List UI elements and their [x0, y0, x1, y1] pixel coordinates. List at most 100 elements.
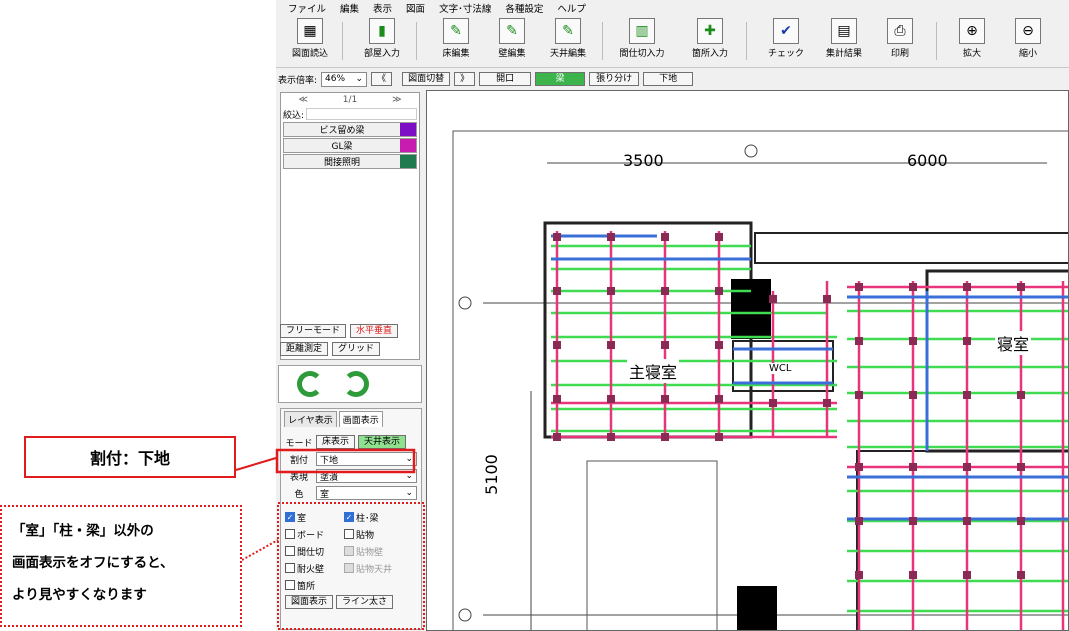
- view-base-button[interactable]: 下地: [643, 72, 694, 86]
- check-button[interactable]: ✔ チェック: [756, 18, 816, 59]
- menu-bar: ファイル 編集 表示 図面 文字･寸法線 各種設定 ヘルプ: [276, 0, 1069, 16]
- check-taika[interactable]: 耐火壁: [285, 562, 341, 575]
- print-button[interactable]: ⎙ 印刷: [870, 18, 930, 59]
- checkbox[interactable]: [285, 546, 295, 556]
- list-item-name: GL梁: [331, 142, 353, 152]
- menu-help[interactable]: ヘルプ: [557, 1, 586, 15]
- checkbox[interactable]: [285, 563, 295, 573]
- color-swatch: [400, 155, 416, 168]
- mode-label: モード: [285, 438, 313, 449]
- iro-value: 室: [320, 489, 330, 500]
- waritsuke-label: 割付: [289, 455, 308, 466]
- dimension-label: 3500: [623, 151, 664, 170]
- color-swatch: [400, 139, 416, 152]
- iro-select[interactable]: 室 ⌄: [316, 486, 417, 500]
- tally-results-button[interactable]: ▤ 集計結果: [814, 18, 874, 59]
- rotate-right-icon[interactable]: [343, 371, 369, 397]
- zoom-select[interactable]: 46% ⌄: [321, 71, 368, 87]
- callout-note-line: より見やすくなります: [12, 587, 147, 603]
- check-haributsu[interactable]: 貼物: [344, 528, 374, 541]
- measure-distance-button[interactable]: 距離測定: [280, 342, 329, 356]
- display-tabs: レイヤ表示 画面表示 モード 床表示 天井表示 割付 下地 ⌄ 表現 塗潰 ⌄ 色 …: [280, 408, 422, 630]
- view-opening-button[interactable]: 開口: [479, 72, 532, 86]
- view-beam-button[interactable]: 梁: [535, 72, 586, 86]
- list-next-button[interactable]: ≫: [392, 95, 401, 105]
- wall-edit-button[interactable]: ✎ 壁編集: [482, 18, 542, 59]
- menu-file[interactable]: ファイル: [288, 1, 326, 15]
- app-window: ファイル 編集 表示 図面 文字･寸法線 各種設定 ヘルプ ▦ 図面読込 ▮ 部屋入…: [276, 0, 1069, 631]
- drawing-canvas[interactable]: 3500 6000 5100 主寝室 寝室 WCL: [426, 90, 1069, 631]
- tab-screen-display[interactable]: 画面表示: [338, 411, 383, 427]
- show-drawing-button[interactable]: 図面表示: [285, 595, 334, 609]
- view-split-button[interactable]: 張り分け: [589, 72, 640, 86]
- room-input-label: 部屋入力: [363, 49, 400, 59]
- print-icon: ⎙: [887, 18, 913, 44]
- check-shitsu[interactable]: ✓ 室: [285, 511, 341, 524]
- checkbox-checked[interactable]: ✓: [285, 512, 295, 522]
- check-board[interactable]: ボード: [285, 528, 341, 541]
- check-majikiri[interactable]: 間仕切: [285, 545, 341, 558]
- check-shitsu-label: 室: [297, 513, 307, 524]
- room-input-button[interactable]: ▮ 部屋入力: [352, 18, 412, 59]
- zoom-out-icon: ⊖: [1015, 18, 1041, 44]
- chevron-down-icon: ⌄: [355, 74, 364, 84]
- menu-drawing[interactable]: 図面: [406, 1, 425, 15]
- list-item-name: ビス留め梁: [319, 126, 365, 136]
- color-swatch: [400, 123, 416, 136]
- free-mode-button[interactable]: フリーモード: [280, 324, 347, 338]
- location-input-label: 箇所入力: [691, 49, 728, 59]
- filter-input[interactable]: [306, 108, 417, 120]
- zoom-in-icon: ⊕: [959, 18, 985, 44]
- grid-marker: [744, 144, 758, 158]
- list-item[interactable]: ビス留め梁: [283, 122, 417, 137]
- zoom-in-button[interactable]: ⊕ 拡大: [942, 18, 1002, 59]
- checkbox[interactable]: [285, 580, 295, 590]
- floor-display-button[interactable]: 床表示: [316, 435, 356, 449]
- checkbox[interactable]: [344, 529, 354, 539]
- prev-drawing-button[interactable]: 《: [371, 72, 393, 86]
- grid-button[interactable]: グリッド: [332, 342, 381, 356]
- partition-input-button[interactable]: ▥ 間仕切入力: [612, 18, 672, 59]
- check-kasho[interactable]: 箇所: [285, 579, 315, 592]
- zoom-in-label: 拡大: [962, 49, 981, 59]
- zoom-out-button[interactable]: ⊖ 縮小: [998, 18, 1058, 59]
- grid-marker: [458, 608, 472, 622]
- print-label: 印刷: [890, 49, 909, 59]
- checkbox[interactable]: [285, 529, 295, 539]
- zoom-value: 46%: [325, 74, 346, 84]
- list-item[interactable]: GL梁: [283, 138, 417, 153]
- callout-note-line: 画面表示をオフにすると、: [12, 555, 174, 571]
- location-input-button[interactable]: ✚ 箇所入力: [680, 18, 740, 59]
- ceiling-edit-button[interactable]: ✎ 天井編集: [538, 18, 598, 59]
- tab-layer-display[interactable]: レイヤ表示: [284, 411, 337, 427]
- rotate-left-icon[interactable]: [297, 371, 323, 397]
- menu-edit[interactable]: 編集: [340, 1, 359, 15]
- chevron-down-icon: ⌄: [405, 471, 413, 481]
- checkbox-checked[interactable]: ✓: [344, 512, 354, 522]
- check-hashira-label: 柱･梁: [356, 513, 379, 524]
- line-width-button[interactable]: ライン太さ: [336, 595, 394, 609]
- partition-input-label: 間仕切入力: [619, 49, 665, 59]
- menu-text-dimension[interactable]: 文字･寸法線: [439, 1, 491, 15]
- drawing-open-button[interactable]: ▦ 図面読込: [280, 18, 340, 59]
- callout-waritsuke: 割付：下地: [24, 436, 236, 478]
- zoom-label: 表示倍率:: [278, 75, 318, 86]
- location-input-icon: ✚: [697, 18, 723, 44]
- left-panel: ≪ 1/1 ≫ 絞込: ビス留め梁 GL梁 間接照明 フリーモード 水平垂直 距…: [278, 90, 422, 630]
- menu-settings[interactable]: 各種設定: [505, 1, 543, 15]
- next-drawing-button[interactable]: 》: [454, 72, 476, 86]
- drawing-switch-button[interactable]: 図面切替: [402, 72, 451, 86]
- list-item[interactable]: 間接照明: [283, 154, 417, 169]
- check-hari-tenjo[interactable]: 貼物天井: [344, 562, 392, 575]
- menu-view[interactable]: 表示: [373, 1, 392, 15]
- hyogen-select[interactable]: 塗潰 ⌄: [316, 469, 417, 483]
- list-prev-button[interactable]: ≪: [298, 95, 307, 105]
- check-hashira[interactable]: ✓ 柱･梁: [344, 511, 379, 524]
- horizontal-vertical-button[interactable]: 水平垂直: [350, 324, 399, 338]
- check-hari-kabe[interactable]: 貼物壁: [344, 545, 383, 558]
- floor-edit-button[interactable]: ✎ 床編集: [426, 18, 486, 59]
- waritsuke-select[interactable]: 下地 ⌄: [316, 452, 417, 466]
- check-taika-label: 耐火壁: [297, 564, 325, 575]
- grid-marker: [458, 296, 472, 310]
- ceiling-display-button[interactable]: 天井表示: [358, 435, 407, 449]
